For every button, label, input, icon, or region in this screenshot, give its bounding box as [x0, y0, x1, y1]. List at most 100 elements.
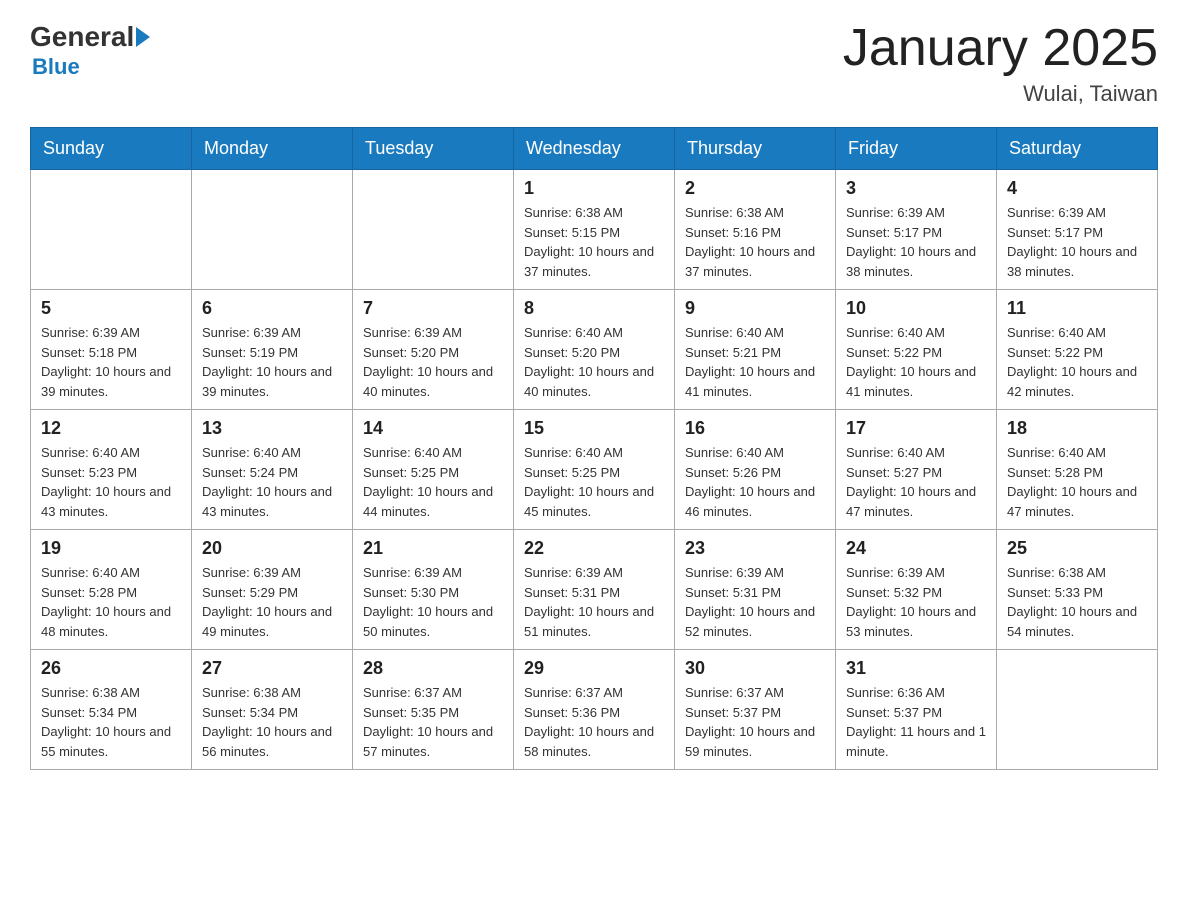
day-info: Sunrise: 6:39 AMSunset: 5:30 PMDaylight:…: [363, 563, 503, 641]
calendar-day-9: 9 Sunrise: 6:40 AMSunset: 5:21 PMDaylight…: [675, 290, 836, 410]
day-number: 10: [846, 298, 986, 319]
calendar-header-sunday: Sunday: [31, 128, 192, 170]
day-info: Sunrise: 6:40 AMSunset: 5:22 PMDaylight:…: [1007, 323, 1147, 401]
calendar-day-29: 29 Sunrise: 6:37 AMSunset: 5:36 PMDayligh…: [514, 650, 675, 770]
day-number: 7: [363, 298, 503, 319]
calendar-week-1: 1Sunrise: 6:38 AMSunset: 5:15 PMDaylight…: [31, 170, 1158, 290]
calendar-header-row: SundayMondayTuesdayWednesdayThursdayFrid…: [31, 128, 1158, 170]
calendar-day-20: 20 Sunrise: 6:39 AMSunset: 5:29 PMDayligh…: [192, 530, 353, 650]
calendar-empty-cell: [31, 170, 192, 290]
day-info: Sunrise: 6:40 AMSunset: 5:21 PMDaylight:…: [685, 323, 825, 401]
day-number: 19: [41, 538, 181, 559]
title-area: January 2025 Wulai, Taiwan: [843, 20, 1158, 107]
calendar-header-monday: Monday: [192, 128, 353, 170]
calendar-day-28: 28Sunrise: 6:37 AMSunset: 5:35 PMDayligh…: [353, 650, 514, 770]
calendar-day-3: 3 Sunrise: 6:39 AMSunset: 5:17 PMDaylight…: [836, 170, 997, 290]
day-info: Sunrise: 6:39 AMSunset: 5:29 PMDaylight:…: [202, 563, 342, 641]
logo-arrow-icon: [136, 27, 150, 47]
calendar-day-24: 24 Sunrise: 6:39 AMSunset: 5:32 PMDayligh…: [836, 530, 997, 650]
day-info: Sunrise: 6:39 AMSunset: 5:17 PMDaylight:…: [846, 203, 986, 281]
calendar-day-27: 27Sunrise: 6:38 AMSunset: 5:34 PMDayligh…: [192, 650, 353, 770]
calendar-day-13: 13 Sunrise: 6:40 AMSunset: 5:24 PMDayligh…: [192, 410, 353, 530]
day-number: 11: [1007, 298, 1147, 319]
calendar-day-18: 18 Sunrise: 6:40 AMSunset: 5:28 PMDayligh…: [997, 410, 1158, 530]
calendar-day-17: 17Sunrise: 6:40 AMSunset: 5:27 PMDayligh…: [836, 410, 997, 530]
day-info: Sunrise: 6:39 AMSunset: 5:31 PMDaylight:…: [685, 563, 825, 641]
day-info: Sunrise: 6:39 AMSunset: 5:19 PMDaylight:…: [202, 323, 342, 401]
calendar-day-6: 6 Sunrise: 6:39 AMSunset: 5:19 PMDaylight…: [192, 290, 353, 410]
day-number: 18: [1007, 418, 1147, 439]
calendar-header-tuesday: Tuesday: [353, 128, 514, 170]
calendar-day-16: 16Sunrise: 6:40 AMSunset: 5:26 PMDayligh…: [675, 410, 836, 530]
day-info: Sunrise: 6:39 AMSunset: 5:20 PMDaylight:…: [363, 323, 503, 401]
day-info: Sunrise: 6:40 AMSunset: 5:28 PMDaylight:…: [41, 563, 181, 641]
calendar-day-21: 21 Sunrise: 6:39 AMSunset: 5:30 PMDayligh…: [353, 530, 514, 650]
day-info: Sunrise: 6:38 AMSunset: 5:33 PMDaylight:…: [1007, 563, 1147, 641]
day-number: 20: [202, 538, 342, 559]
day-number: 30: [685, 658, 825, 679]
day-number: 14: [363, 418, 503, 439]
day-info: Sunrise: 6:39 AMSunset: 5:17 PMDaylight:…: [1007, 203, 1147, 281]
day-info: Sunrise: 6:39 AMSunset: 5:32 PMDaylight:…: [846, 563, 986, 641]
page-location: Wulai, Taiwan: [843, 81, 1158, 107]
calendar-day-26: 26Sunrise: 6:38 AMSunset: 5:34 PMDayligh…: [31, 650, 192, 770]
calendar-empty-cell: [192, 170, 353, 290]
day-number: 29: [524, 658, 664, 679]
day-info: Sunrise: 6:40 AMSunset: 5:22 PMDaylight:…: [846, 323, 986, 401]
page-header: General Blue January 2025 Wulai, Taiwan: [30, 20, 1158, 107]
day-number: 23: [685, 538, 825, 559]
calendar-empty-cell: [997, 650, 1158, 770]
calendar-header-thursday: Thursday: [675, 128, 836, 170]
calendar-week-2: 5 Sunrise: 6:39 AMSunset: 5:18 PMDaylight…: [31, 290, 1158, 410]
day-number: 16: [685, 418, 825, 439]
day-info: Sunrise: 6:36 AMSunset: 5:37 PMDaylight:…: [846, 683, 986, 761]
day-info: Sunrise: 6:40 AMSunset: 5:20 PMDaylight:…: [524, 323, 664, 401]
day-number: 28: [363, 658, 503, 679]
calendar-day-5: 5 Sunrise: 6:39 AMSunset: 5:18 PMDaylight…: [31, 290, 192, 410]
calendar-day-22: 22Sunrise: 6:39 AMSunset: 5:31 PMDayligh…: [514, 530, 675, 650]
calendar-week-5: 26Sunrise: 6:38 AMSunset: 5:34 PMDayligh…: [31, 650, 1158, 770]
day-info: Sunrise: 6:40 AMSunset: 5:23 PMDaylight:…: [41, 443, 181, 521]
day-number: 21: [363, 538, 503, 559]
calendar-header-wednesday: Wednesday: [514, 128, 675, 170]
day-number: 6: [202, 298, 342, 319]
day-info: Sunrise: 6:37 AMSunset: 5:37 PMDaylight:…: [685, 683, 825, 761]
day-number: 24: [846, 538, 986, 559]
day-number: 13: [202, 418, 342, 439]
calendar-day-4: 4 Sunrise: 6:39 AMSunset: 5:17 PMDaylight…: [997, 170, 1158, 290]
calendar-day-7: 7 Sunrise: 6:39 AMSunset: 5:20 PMDaylight…: [353, 290, 514, 410]
day-info: Sunrise: 6:39 AMSunset: 5:31 PMDaylight:…: [524, 563, 664, 641]
day-info: Sunrise: 6:37 AMSunset: 5:36 PMDaylight:…: [524, 683, 664, 761]
day-info: Sunrise: 6:38 AMSunset: 5:34 PMDaylight:…: [202, 683, 342, 761]
day-info: Sunrise: 6:40 AMSunset: 5:25 PMDaylight:…: [524, 443, 664, 521]
day-number: 9: [685, 298, 825, 319]
page-title: January 2025: [843, 20, 1158, 77]
calendar-day-23: 23 Sunrise: 6:39 AMSunset: 5:31 PMDayligh…: [675, 530, 836, 650]
calendar-day-8: 8 Sunrise: 6:40 AMSunset: 5:20 PMDaylight…: [514, 290, 675, 410]
day-info: Sunrise: 6:38 AMSunset: 5:16 PMDaylight:…: [685, 203, 825, 281]
calendar-header-saturday: Saturday: [997, 128, 1158, 170]
calendar-day-31: 31 Sunrise: 6:36 AMSunset: 5:37 PMDayligh…: [836, 650, 997, 770]
logo-blue-text: Blue: [32, 54, 150, 80]
day-number: 31: [846, 658, 986, 679]
day-info: Sunrise: 6:40 AMSunset: 5:28 PMDaylight:…: [1007, 443, 1147, 521]
calendar-day-19: 19 Sunrise: 6:40 AMSunset: 5:28 PMDayligh…: [31, 530, 192, 650]
day-info: Sunrise: 6:40 AMSunset: 5:27 PMDaylight:…: [846, 443, 986, 521]
day-number: 4: [1007, 178, 1147, 199]
day-number: 1: [524, 178, 664, 199]
calendar-week-3: 12Sunrise: 6:40 AMSunset: 5:23 PMDayligh…: [31, 410, 1158, 530]
logo: General Blue: [30, 20, 150, 80]
calendar-day-14: 14Sunrise: 6:40 AMSunset: 5:25 PMDayligh…: [353, 410, 514, 530]
calendar-day-10: 10 Sunrise: 6:40 AMSunset: 5:22 PMDayligh…: [836, 290, 997, 410]
day-number: 3: [846, 178, 986, 199]
day-info: Sunrise: 6:40 AMSunset: 5:24 PMDaylight:…: [202, 443, 342, 521]
calendar-day-11: 11 Sunrise: 6:40 AMSunset: 5:22 PMDayligh…: [997, 290, 1158, 410]
calendar-day-1: 1Sunrise: 6:38 AMSunset: 5:15 PMDaylight…: [514, 170, 675, 290]
day-info: Sunrise: 6:39 AMSunset: 5:18 PMDaylight:…: [41, 323, 181, 401]
calendar-day-12: 12Sunrise: 6:40 AMSunset: 5:23 PMDayligh…: [31, 410, 192, 530]
day-number: 5: [41, 298, 181, 319]
day-info: Sunrise: 6:38 AMSunset: 5:34 PMDaylight:…: [41, 683, 181, 761]
calendar-day-15: 15Sunrise: 6:40 AMSunset: 5:25 PMDayligh…: [514, 410, 675, 530]
day-number: 8: [524, 298, 664, 319]
calendar-table: SundayMondayTuesdayWednesdayThursdayFrid…: [30, 127, 1158, 770]
